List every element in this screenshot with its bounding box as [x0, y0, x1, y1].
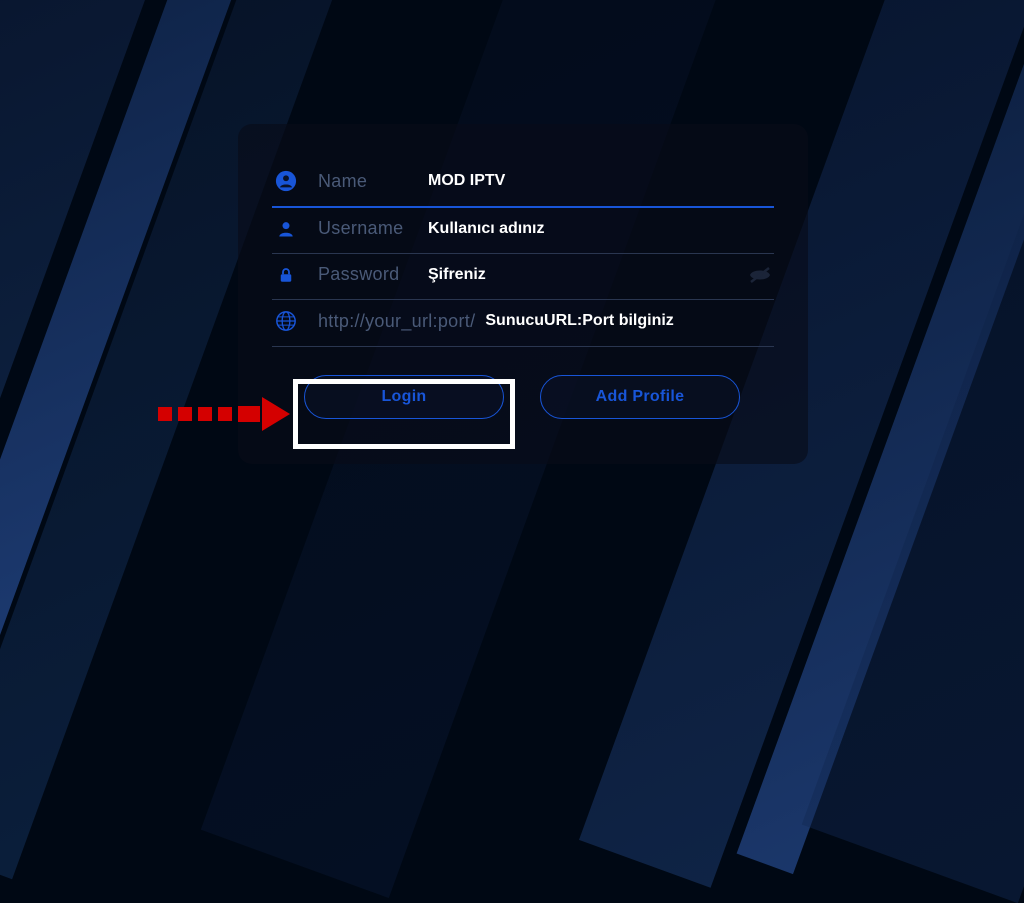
visibility-off-icon[interactable]: [748, 266, 772, 289]
lock-icon: [272, 265, 300, 285]
password-input[interactable]: Şifreniz: [428, 266, 774, 284]
username-label: Username: [318, 218, 428, 239]
username-row[interactable]: Username Kullanıcı adınız: [272, 208, 774, 254]
action-buttons: Login Add Profile: [272, 375, 774, 419]
username-input[interactable]: Kullanıcı adınız: [428, 220, 774, 238]
name-input[interactable]: MOD IPTV: [428, 172, 774, 190]
url-placeholder: http://your_url:port/: [318, 311, 475, 332]
login-panel: Name MOD IPTV Username Kullanıcı adınız …: [238, 124, 808, 464]
url-input[interactable]: SunucuURL:Port bilginiz: [485, 312, 774, 330]
name-label: Name: [318, 171, 428, 192]
profile-circle-icon: [272, 170, 300, 192]
globe-icon: [272, 310, 300, 332]
url-row[interactable]: http://your_url:port/ SunucuURL:Port bil…: [272, 300, 774, 347]
user-icon: [272, 219, 300, 239]
password-row[interactable]: Password Şifreniz: [272, 254, 774, 300]
login-button[interactable]: Login: [304, 375, 504, 419]
name-row[interactable]: Name MOD IPTV: [272, 160, 774, 208]
add-profile-button[interactable]: Add Profile: [540, 375, 740, 419]
password-label: Password: [318, 264, 428, 285]
